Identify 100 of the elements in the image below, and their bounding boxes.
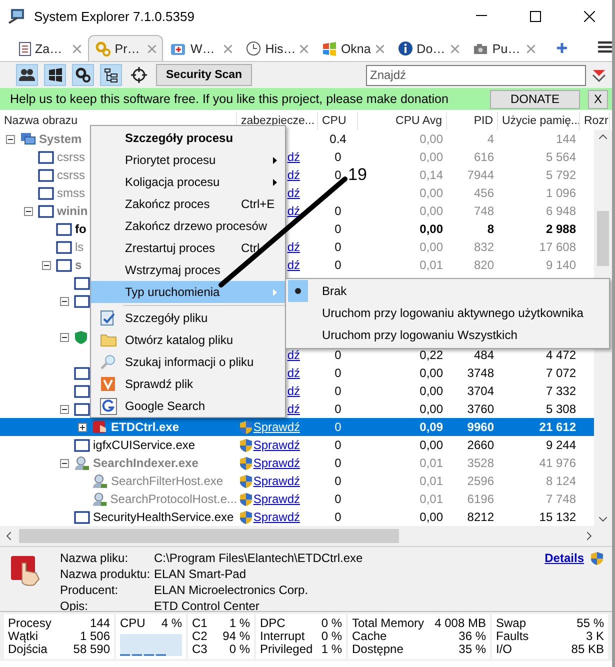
table-cell-text: 0,01 bbox=[418, 473, 444, 490]
scroll-down-icon[interactable] bbox=[599, 517, 607, 522]
stat-label: Dostępne bbox=[352, 643, 404, 656]
menu-item[interactable]: Typ uruchomienia bbox=[91, 281, 285, 303]
toolbar-toggle[interactable] bbox=[44, 64, 66, 86]
table-cell-text: 4 bbox=[486, 131, 495, 148]
check-link[interactable]: dź bbox=[287, 258, 300, 272]
column-header[interactable]: CPU bbox=[318, 112, 358, 130]
menu-item[interactable]: Zrestartuj proces Ctrl bbox=[91, 237, 285, 259]
stat-value: 4 % bbox=[160, 617, 182, 630]
column-header[interactable]: PID bbox=[447, 112, 498, 130]
scroll-right-icon[interactable] bbox=[587, 532, 592, 540]
tab[interactable]: Za… bbox=[12, 35, 88, 61]
menu-item[interactable]: Priorytet procesu bbox=[91, 149, 285, 171]
menu-item[interactable]: Otwórz katalog pliku bbox=[91, 329, 285, 351]
check-link[interactable]: dź bbox=[287, 366, 300, 380]
scrollbar-thumb[interactable] bbox=[597, 211, 609, 266]
toolbar-toggle[interactable] bbox=[72, 64, 94, 86]
check-link[interactable]: dź bbox=[287, 150, 300, 164]
collapse-icon[interactable] bbox=[60, 296, 69, 306]
table-cell-text: 2596 bbox=[466, 473, 495, 490]
add-tab-icon[interactable] bbox=[556, 42, 568, 54]
menu-item[interactable]: Szukaj informacji o pliku bbox=[91, 351, 285, 373]
close-tab-icon[interactable] bbox=[224, 44, 232, 52]
menu-item[interactable]: Szczegóły procesu bbox=[91, 127, 285, 149]
process-name: igfxCUIService.exe bbox=[93, 438, 196, 452]
check-link[interactable]: dź bbox=[287, 384, 300, 398]
scroll-left-icon[interactable] bbox=[6, 532, 11, 540]
column-header[interactable]: CPU Avg bbox=[358, 112, 447, 130]
menu-item[interactable]: Brak bbox=[286, 280, 609, 302]
check-link[interactable]: Sprawdź bbox=[253, 420, 300, 434]
check-link[interactable]: dź bbox=[287, 348, 300, 362]
tab[interactable]: His… bbox=[239, 35, 315, 61]
selected-row[interactable]: ETDCtrl.exe Sprawdź 0 0,09 9960 21 612 bbox=[0, 418, 594, 436]
table-cell-text: 0 bbox=[334, 365, 342, 382]
process-name: System bbox=[39, 132, 82, 146]
close-tab-icon[interactable] bbox=[527, 44, 536, 52]
close-tab-icon[interactable] bbox=[300, 44, 308, 52]
check-link[interactable]: Sprawdź bbox=[253, 510, 300, 524]
collapse-icon[interactable] bbox=[24, 206, 33, 216]
menu-item[interactable]: Zakończ proces Ctrl+E bbox=[91, 193, 285, 215]
menu-item[interactable]: Zakończ drzewo procesów bbox=[91, 215, 285, 237]
security-scan-button[interactable]: Security Scan bbox=[156, 64, 252, 86]
close-tab-icon[interactable] bbox=[451, 44, 460, 52]
field-value: ELAN Microelectronics Corp. bbox=[154, 583, 310, 598]
menu-icon[interactable] bbox=[598, 41, 612, 53]
check-link[interactable]: dź bbox=[287, 186, 300, 200]
menu-item[interactable]: Koligacja procesu bbox=[91, 171, 285, 193]
tab[interactable]: Pr… bbox=[88, 35, 164, 61]
tab[interactable]: Do… bbox=[390, 35, 466, 61]
toolbar-toggle[interactable] bbox=[16, 64, 38, 86]
process-name: csrss bbox=[57, 168, 85, 182]
collapse-icon[interactable] bbox=[60, 404, 69, 414]
horizontal-scrollbar[interactable] bbox=[0, 526, 612, 546]
close-tab-icon[interactable] bbox=[376, 44, 384, 52]
table-cell-text: 8 bbox=[486, 221, 495, 238]
menu-item[interactable]: Google Search bbox=[91, 395, 285, 417]
scroll-up-icon[interactable] bbox=[599, 134, 607, 139]
stat-label: Faults bbox=[496, 630, 530, 643]
maximize-icon bbox=[530, 10, 540, 22]
menu-item[interactable]: Szczegóły pliku bbox=[91, 307, 285, 329]
collapse-icon[interactable] bbox=[60, 458, 69, 468]
check-link[interactable]: dź bbox=[287, 240, 300, 254]
check-link[interactable]: Sprawdź bbox=[253, 492, 300, 506]
collapse-icon[interactable] bbox=[6, 134, 15, 144]
field-label: Nazwa produktu: bbox=[60, 567, 152, 582]
table-cell-text: 0,00 bbox=[418, 239, 444, 256]
collapse-icon[interactable] bbox=[60, 332, 69, 342]
tab[interactable]: W… bbox=[163, 35, 240, 61]
check-link[interactable]: dź bbox=[287, 402, 300, 416]
close-banner-button[interactable]: X bbox=[588, 90, 608, 108]
submenu-arrow-icon bbox=[273, 156, 277, 164]
details-link[interactable]: Details bbox=[544, 551, 584, 565]
check-link[interactable]: Sprawdź bbox=[253, 474, 300, 488]
download-arrow-icon[interactable] bbox=[592, 68, 606, 82]
collapse-icon[interactable] bbox=[42, 260, 51, 270]
check-link[interactable]: Sprawdź bbox=[253, 456, 300, 470]
toolbar-toggle[interactable] bbox=[100, 64, 122, 86]
menu-item[interactable]: Sprawdź plik bbox=[91, 373, 285, 395]
menu-item[interactable]: Wstrzymaj proces bbox=[91, 259, 285, 281]
table-cell-text: 9 140 bbox=[544, 257, 577, 274]
table-cell-text: 15 132 bbox=[538, 509, 577, 526]
close-tab-icon[interactable] bbox=[72, 44, 81, 52]
shield-icon bbox=[590, 551, 604, 566]
tab[interactable]: Okna bbox=[314, 35, 391, 61]
check-link[interactable]: Sprawdź bbox=[253, 438, 300, 452]
donate-button[interactable]: DONATE bbox=[490, 90, 580, 108]
expand-icon[interactable] bbox=[78, 422, 87, 432]
shield-icon bbox=[239, 492, 253, 506]
toolbar-toggle[interactable] bbox=[128, 64, 150, 86]
table-cell-text: 0 bbox=[334, 401, 342, 418]
table-cell-text: 3704 bbox=[466, 383, 495, 400]
menu-item[interactable]: Uruchom przy logowaniu aktywnego użytkownika bbox=[286, 302, 609, 324]
check-link[interactable]: dź bbox=[287, 204, 300, 218]
menu-item[interactable]: Uruchom przy logowaniu Wszystkich bbox=[286, 324, 609, 346]
search-field[interactable]: Znajdź bbox=[366, 64, 586, 86]
check-link[interactable]: dź bbox=[287, 168, 300, 182]
tab[interactable]: Pu… bbox=[466, 35, 542, 61]
table-cell-text: 6 948 bbox=[544, 203, 577, 220]
minimize-icon bbox=[476, 15, 486, 17]
